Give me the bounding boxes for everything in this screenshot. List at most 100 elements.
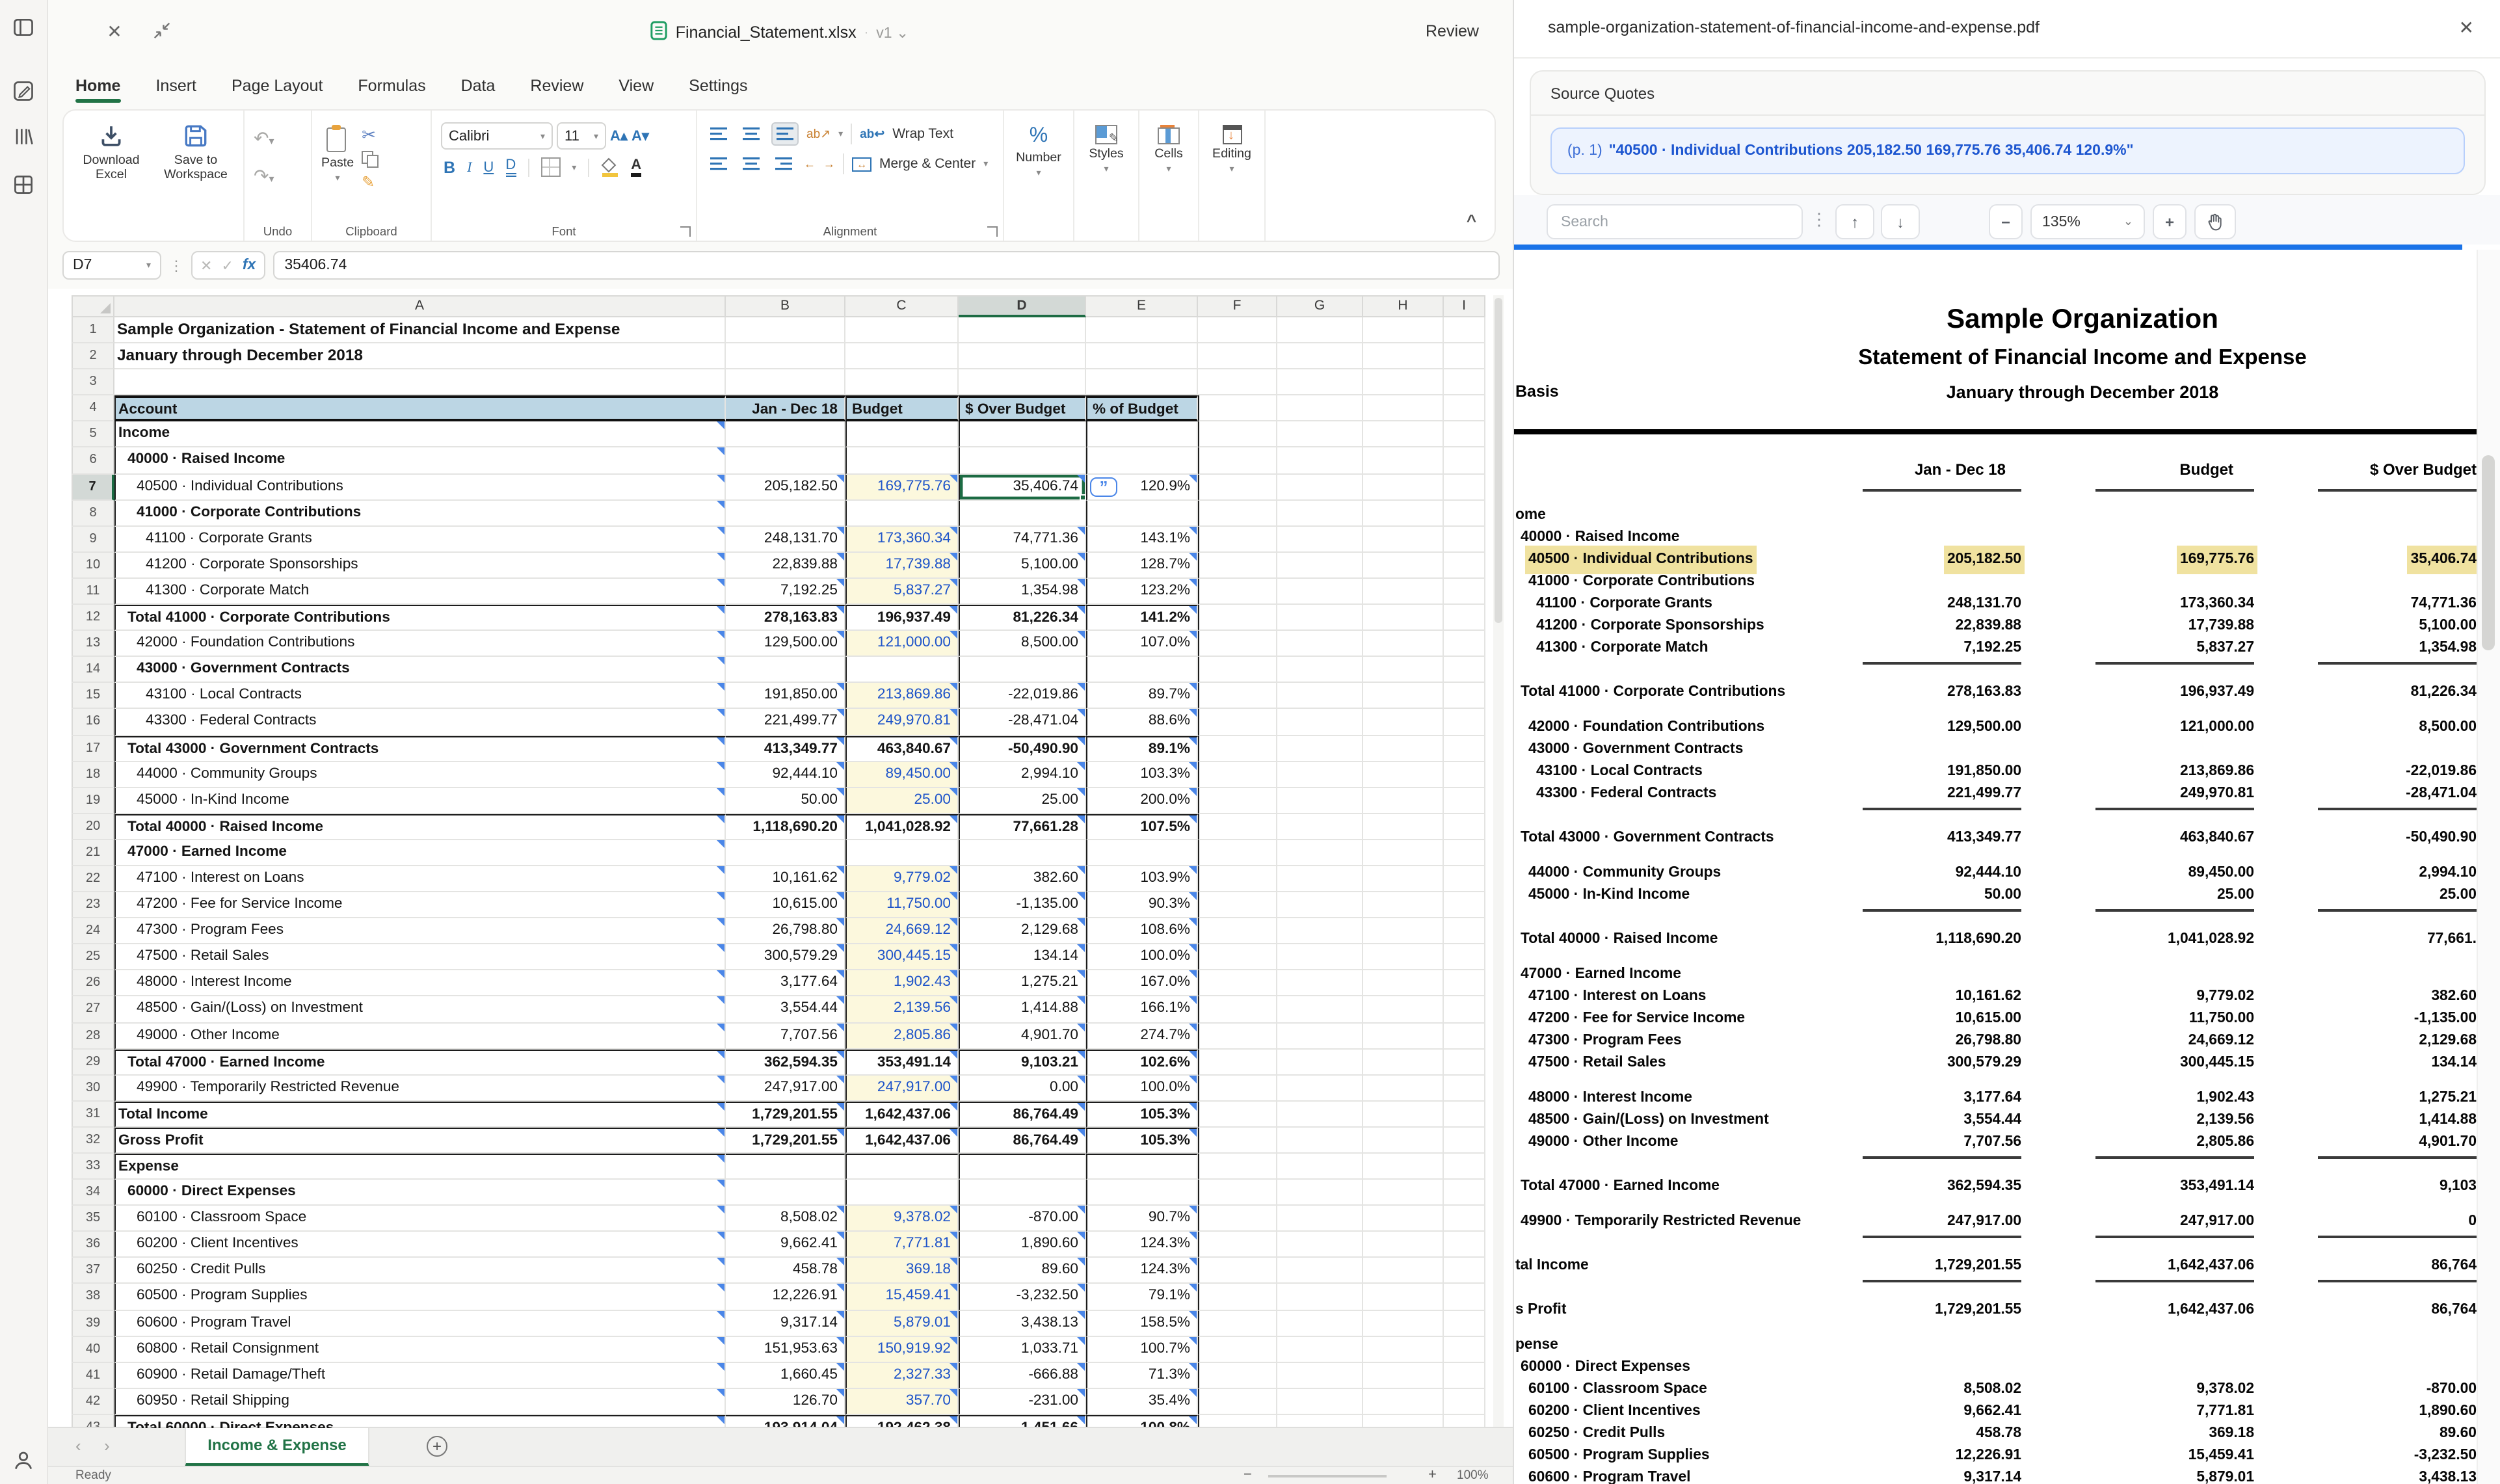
cell-G16[interactable] xyxy=(1277,709,1363,735)
cell-I3[interactable] xyxy=(1444,369,1485,395)
cell-I12[interactable] xyxy=(1444,605,1485,631)
ribbon-tab-home[interactable]: Home xyxy=(75,65,120,107)
cell-C32[interactable]: 1,642,437.06 xyxy=(845,1128,959,1154)
redo-button[interactable]: ↷▾ xyxy=(254,165,274,187)
cell-D23[interactable]: -1,135.00 xyxy=(959,892,1086,918)
cell-E1[interactable] xyxy=(1086,317,1198,343)
row-header-10[interactable]: 10 xyxy=(72,553,114,579)
cell-A28[interactable]: 49000 · Other Income xyxy=(114,1023,726,1049)
cell-D21[interactable] xyxy=(959,840,1086,866)
cell-B14[interactable] xyxy=(726,657,845,683)
cell-D27[interactable]: 1,414.88 xyxy=(959,997,1086,1023)
cell-B43[interactable]: 193,914.04 xyxy=(726,1415,845,1428)
cell-D42[interactable]: -231.00 xyxy=(959,1389,1086,1415)
cell-C40[interactable]: 150,919.92 xyxy=(845,1336,959,1362)
cell-B39[interactable]: 9,317.14 xyxy=(726,1310,845,1336)
row-header-28[interactable]: 28 xyxy=(72,1023,114,1049)
cell-G33[interactable] xyxy=(1277,1154,1363,1180)
font-color-icon[interactable]: A xyxy=(631,158,641,176)
cell-C10[interactable]: 17,739.88 xyxy=(845,553,959,579)
cell-E19[interactable]: 200.0% xyxy=(1086,788,1198,814)
cell-H10[interactable] xyxy=(1363,553,1444,579)
column-header-B[interactable]: B xyxy=(726,295,845,317)
row-header-6[interactable]: 6 xyxy=(72,448,114,474)
row-header-5[interactable]: 5 xyxy=(72,422,114,448)
ribbon-tab-settings[interactable]: Settings xyxy=(689,65,747,107)
cell-E41[interactable]: 71.3% xyxy=(1086,1363,1198,1389)
cell-A17[interactable]: Total 43000 · Government Contracts xyxy=(114,735,726,762)
cell-C26[interactable]: 1,902.43 xyxy=(845,971,959,997)
row-header-8[interactable]: 8 xyxy=(72,500,114,526)
cell-I40[interactable] xyxy=(1444,1336,1485,1362)
cell-E29[interactable]: 102.6% xyxy=(1086,1049,1198,1075)
cell-H36[interactable] xyxy=(1363,1232,1444,1258)
cell-C31[interactable]: 1,642,437.06 xyxy=(845,1102,959,1128)
cell-H26[interactable] xyxy=(1363,971,1444,997)
cell-A7[interactable]: 40500 · Individual Contributions xyxy=(114,474,726,500)
cell-F24[interactable] xyxy=(1198,918,1277,944)
cell-E24[interactable]: 108.6% xyxy=(1086,918,1198,944)
cell-H32[interactable] xyxy=(1363,1128,1444,1154)
cell-D31[interactable]: 86,764.49 xyxy=(959,1102,1086,1128)
cell-E38[interactable]: 79.1% xyxy=(1086,1284,1198,1310)
cell-H2[interactable] xyxy=(1363,343,1444,369)
italic-icon[interactable]: I xyxy=(467,158,472,176)
cell-I22[interactable] xyxy=(1444,866,1485,892)
cell-F39[interactable] xyxy=(1198,1310,1277,1336)
cell-C6[interactable] xyxy=(845,448,959,474)
cell-I20[interactable] xyxy=(1444,814,1485,840)
cell-E20[interactable]: 107.5% xyxy=(1086,814,1198,840)
row-header-25[interactable]: 25 xyxy=(72,945,114,971)
row-header-21[interactable]: 21 xyxy=(72,840,114,866)
cell-H3[interactable] xyxy=(1363,369,1444,395)
cell-F15[interactable] xyxy=(1198,683,1277,709)
cell-B25[interactable]: 300,579.29 xyxy=(726,945,845,971)
cell-C36[interactable]: 7,771.81 xyxy=(845,1232,959,1258)
row-header-23[interactable]: 23 xyxy=(72,892,114,918)
collapse-ribbon-icon[interactable]: ^ xyxy=(1467,211,1476,230)
row-header-31[interactable]: 31 xyxy=(72,1102,114,1128)
cell-G12[interactable] xyxy=(1277,605,1363,631)
cell-A37[interactable]: 60250 · Credit Pulls xyxy=(114,1258,726,1284)
cell-B41[interactable]: 1,660.45 xyxy=(726,1363,845,1389)
cell-C30[interactable]: 247,917.00 xyxy=(845,1075,959,1101)
column-header-I[interactable]: I xyxy=(1444,295,1485,317)
cell-B12[interactable]: 278,163.83 xyxy=(726,605,845,631)
wrap-text-icon[interactable]: ab↩ xyxy=(860,127,884,141)
cell-F5[interactable] xyxy=(1198,422,1277,448)
cell-D13[interactable]: 8,500.00 xyxy=(959,631,1086,657)
cell-A11[interactable]: 41300 · Corporate Match xyxy=(114,579,726,605)
cell-A15[interactable]: 43100 · Local Contracts xyxy=(114,683,726,709)
cell-F7[interactable] xyxy=(1198,474,1277,500)
cell-H17[interactable] xyxy=(1363,735,1444,762)
cell-C2[interactable] xyxy=(845,343,959,369)
next-sheet-icon[interactable]: › xyxy=(104,1436,110,1455)
cell-D18[interactable]: 2,994.10 xyxy=(959,762,1086,788)
name-box-dropdown-icon[interactable]: ▾ xyxy=(146,260,151,271)
cell-G41[interactable] xyxy=(1277,1363,1363,1389)
cell-I21[interactable] xyxy=(1444,840,1485,866)
row-header-13[interactable]: 13 xyxy=(72,631,114,657)
column-header-G[interactable]: G xyxy=(1277,295,1363,317)
cell-B13[interactable]: 129,500.00 xyxy=(726,631,845,657)
column-header-F[interactable]: F xyxy=(1198,295,1277,317)
pan-hand-tool-icon[interactable] xyxy=(2194,204,2236,239)
cell-B19[interactable]: 50.00 xyxy=(726,788,845,814)
editing-button[interactable]: ↓ Editing ▾ xyxy=(1212,122,1251,221)
cell-E35[interactable]: 90.7% xyxy=(1086,1206,1198,1232)
cell-D24[interactable]: 2,129.68 xyxy=(959,918,1086,944)
align-top-icon[interactable] xyxy=(706,124,731,144)
cell-C27[interactable]: 2,139.56 xyxy=(845,997,959,1023)
cell-A24[interactable]: 47300 · Program Fees xyxy=(114,918,726,944)
cell-A20[interactable]: Total 40000 · Raised Income xyxy=(114,814,726,840)
cell-A23[interactable]: 47200 · Fee for Service Income xyxy=(114,892,726,918)
cell-H8[interactable] xyxy=(1363,500,1444,526)
user-profile-icon[interactable] xyxy=(12,1449,35,1472)
cell-F31[interactable] xyxy=(1198,1102,1277,1128)
cell-F9[interactable] xyxy=(1198,527,1277,553)
pdf-toolbar-dots-icon[interactable]: ⋮ xyxy=(1811,209,1828,230)
cell-F8[interactable] xyxy=(1198,500,1277,526)
cell-H40[interactable] xyxy=(1363,1336,1444,1362)
cell-E25[interactable]: 100.0% xyxy=(1086,945,1198,971)
cancel-entry-icon[interactable]: ✕ xyxy=(200,257,212,274)
